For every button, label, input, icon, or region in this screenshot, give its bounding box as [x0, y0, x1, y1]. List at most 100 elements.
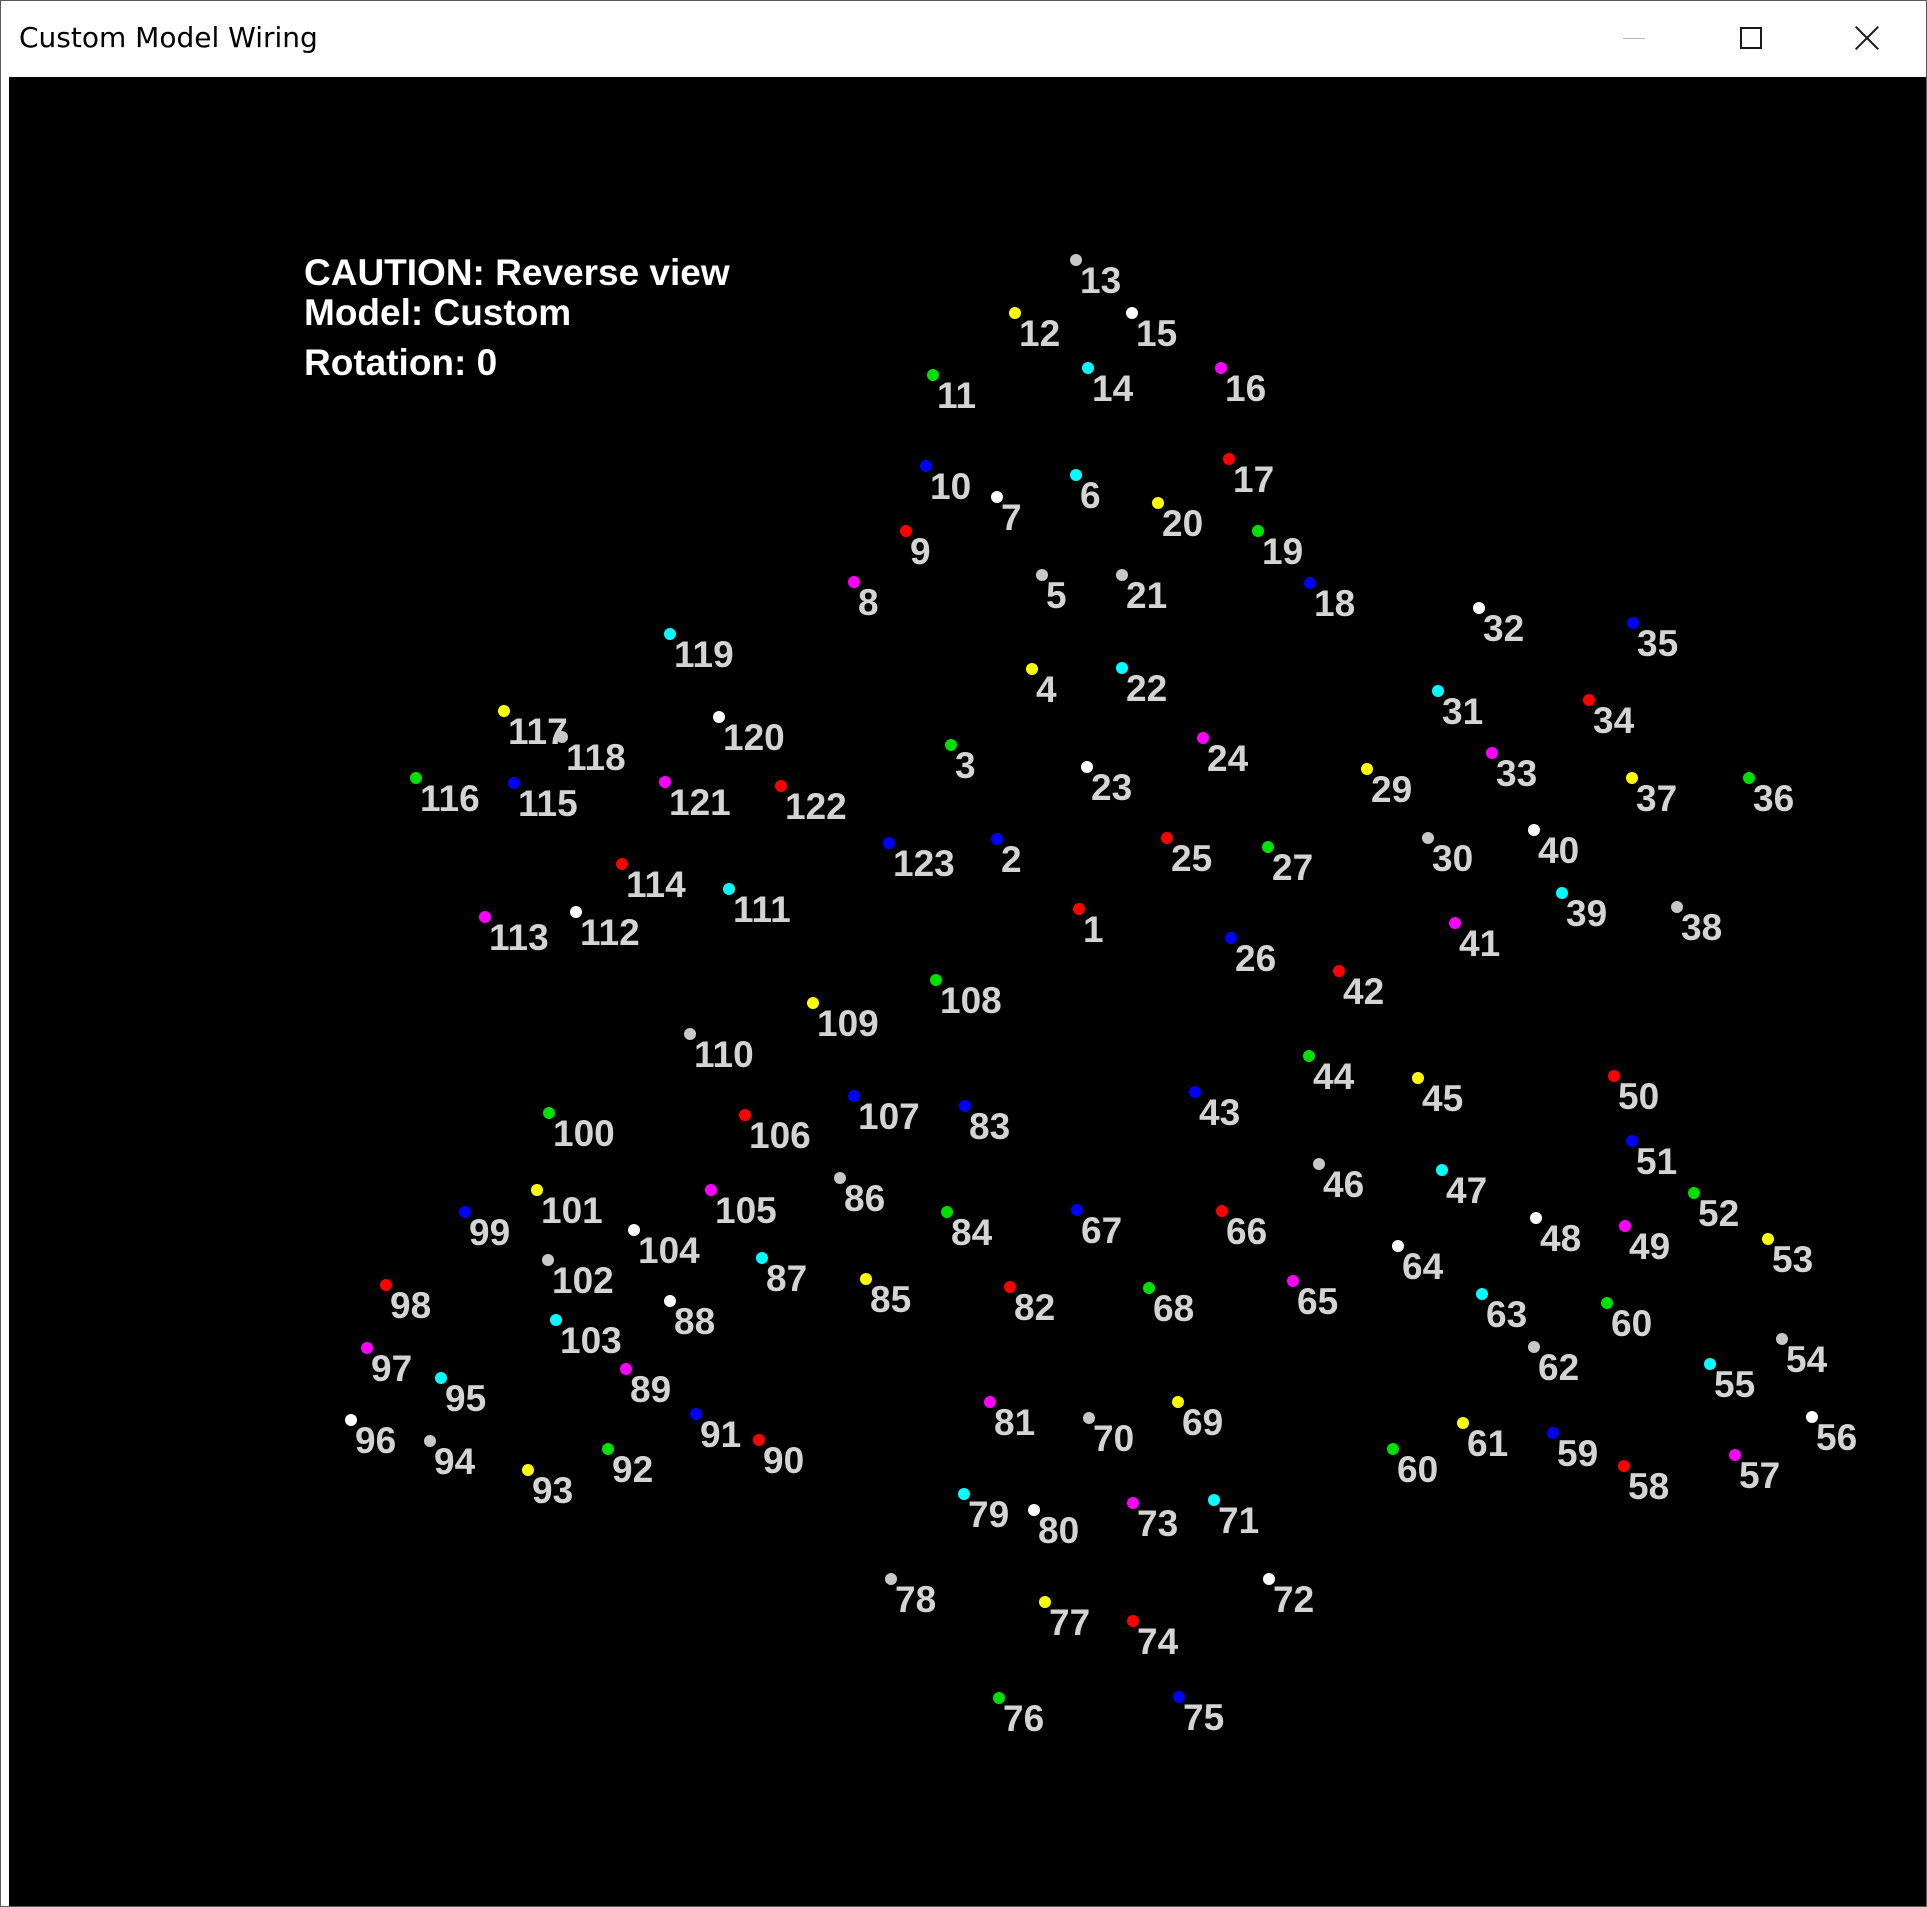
node-label: 22 [1126, 668, 1168, 709]
node-label: 62 [1538, 1347, 1580, 1388]
node-label: 87 [766, 1258, 808, 1299]
node-label: 29 [1371, 769, 1413, 810]
node-label: 1 [1083, 909, 1104, 950]
node-label: 64 [1402, 1246, 1444, 1287]
node-label: 8 [858, 582, 879, 623]
node-label: 7 [1001, 497, 1022, 538]
minimize-icon [1623, 37, 1645, 39]
node-label: 5 [1046, 575, 1067, 616]
node-label: 58 [1628, 1466, 1670, 1507]
node-label: 30 [1432, 838, 1474, 879]
node-label: 104 [638, 1230, 700, 1271]
node-label: 70 [1093, 1418, 1135, 1459]
node-label: 107 [858, 1096, 920, 1137]
node-label: 100 [553, 1113, 615, 1154]
node-label: 56 [1816, 1417, 1858, 1458]
maximize-button[interactable] [1693, 1, 1809, 75]
title-bar[interactable]: Custom Model Wiring [1, 1, 1926, 75]
node-label: 52 [1698, 1193, 1740, 1234]
node-label: 9 [910, 531, 931, 572]
node-label: 26 [1235, 938, 1277, 979]
node-label: 99 [469, 1212, 511, 1253]
node-label: 47 [1446, 1170, 1488, 1211]
node-label: 25 [1171, 838, 1213, 879]
node-label: 40 [1538, 830, 1580, 871]
node-label: 51 [1636, 1141, 1678, 1182]
node-label: 11 [937, 375, 977, 416]
node-label: 74 [1137, 1621, 1179, 1662]
node-label: 86 [844, 1178, 886, 1219]
minimize-button[interactable] [1576, 1, 1692, 75]
node-label: 45 [1422, 1078, 1464, 1119]
node-label: 92 [612, 1449, 654, 1490]
node-label: 3 [955, 745, 976, 786]
node-label: 75 [1183, 1697, 1225, 1738]
wiring-canvas[interactable]: CAUTION: Reverse view Model: Custom Rota… [9, 77, 1926, 1906]
node-label: 105 [715, 1190, 777, 1231]
node-label: 79 [968, 1494, 1010, 1535]
node-label: 89 [630, 1369, 672, 1410]
node-label: 57 [1739, 1455, 1781, 1496]
node-label: 116 [420, 778, 480, 819]
node-label: 114 [626, 864, 686, 905]
node-label: 71 [1218, 1500, 1260, 1541]
node-label: 90 [763, 1440, 805, 1481]
node-label: 18 [1314, 583, 1356, 624]
node-label: 81 [994, 1402, 1036, 1443]
node-label: 4 [1036, 669, 1057, 710]
caution-text: CAUTION: Reverse view [304, 252, 730, 293]
node-label: 20 [1162, 503, 1204, 544]
node-label: 110 [694, 1034, 754, 1075]
node-label: 68 [1153, 1288, 1195, 1329]
node-label: 39 [1566, 893, 1608, 934]
node-label: 69 [1182, 1402, 1224, 1443]
node-label: 23 [1091, 767, 1133, 808]
node-label: 93 [532, 1470, 574, 1511]
node-label: 76 [1003, 1698, 1045, 1739]
node-label: 46 [1323, 1164, 1365, 1205]
node-label: 61 [1467, 1423, 1509, 1464]
node-label: 84 [951, 1212, 993, 1253]
node-label: 106 [749, 1115, 811, 1156]
node-label: 53 [1772, 1239, 1814, 1280]
node-label: 103 [560, 1320, 622, 1361]
node-label: 63 [1486, 1294, 1528, 1335]
maximize-icon [1740, 27, 1762, 49]
node-label: 119 [674, 634, 734, 675]
node-label: 102 [552, 1260, 614, 1301]
node-label: 72 [1273, 1579, 1315, 1620]
node-label: 109 [817, 1003, 879, 1044]
node-label: 55 [1714, 1364, 1756, 1405]
node-label: 35 [1637, 623, 1679, 664]
node-label: 123 [893, 843, 955, 884]
node-label: 34 [1593, 700, 1635, 741]
node-label: 36 [1753, 778, 1795, 819]
node-label: 94 [434, 1441, 476, 1482]
node-label: 95 [445, 1378, 487, 1419]
node-label: 15 [1136, 313, 1178, 354]
node-label: 101 [541, 1190, 603, 1231]
node-label: 50 [1618, 1076, 1660, 1117]
node-label: 31 [1442, 691, 1484, 732]
node-label: 111 [733, 889, 791, 930]
node-label: 59 [1557, 1433, 1599, 1474]
node-label: 60 [1611, 1303, 1653, 1344]
node-label: 12 [1019, 313, 1061, 354]
info-overlay: CAUTION: Reverse view Model: Custom Rota… [304, 253, 730, 383]
node-label: 33 [1496, 753, 1538, 794]
node-label: 37 [1636, 778, 1678, 819]
close-button[interactable] [1809, 1, 1925, 75]
node-label: 66 [1226, 1211, 1268, 1252]
node-label: 121 [669, 782, 731, 823]
node-label: 118 [566, 737, 626, 778]
window-title: Custom Model Wiring [19, 21, 318, 54]
node-label: 91 [700, 1414, 742, 1455]
node-label: 21 [1126, 575, 1168, 616]
node-label: 122 [785, 786, 847, 827]
node-label: 54 [1786, 1339, 1828, 1380]
node-label: 78 [895, 1579, 937, 1620]
node-label: 14 [1092, 368, 1134, 409]
node-label: 83 [969, 1106, 1011, 1147]
node-label: 113 [489, 917, 549, 958]
node-label: 85 [870, 1279, 912, 1320]
